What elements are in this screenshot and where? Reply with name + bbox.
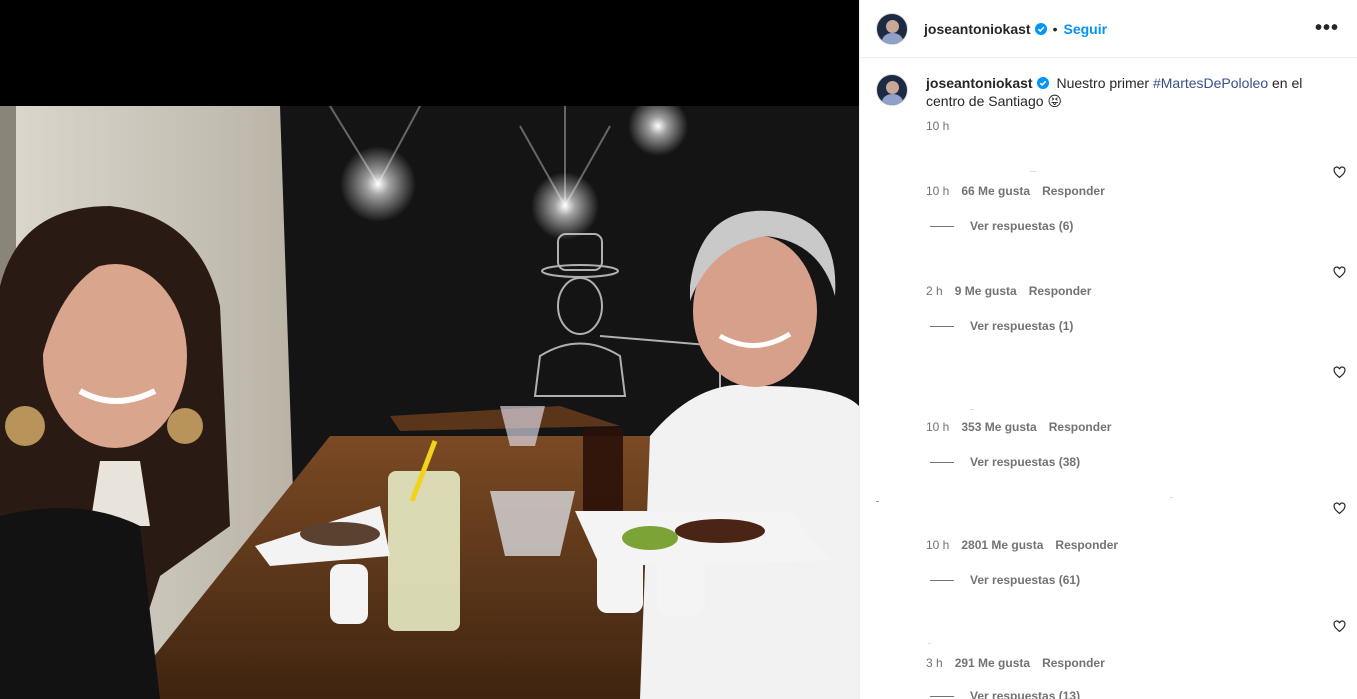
heart-outline-icon[interactable] <box>1333 620 1346 633</box>
obscured-comment-text <box>928 643 931 644</box>
more-options-icon[interactable]: ••• <box>1315 17 1339 40</box>
post-viewer: joseantoniokast • Seguir ••• joseantonio… <box>0 0 1357 699</box>
reply-button[interactable]: Responder <box>1029 284 1092 298</box>
view-replies-label: Ver respuestas (6) <box>970 219 1074 233</box>
separator-dot: • <box>1052 20 1058 37</box>
hashtag-link[interactable]: #MartesDePololeo <box>1153 75 1268 91</box>
view-replies-button[interactable]: Ver respuestas (1) <box>930 319 1073 333</box>
obscured-comment-text <box>1170 497 1173 498</box>
follow-button[interactable]: Seguir <box>1064 21 1108 37</box>
comment-likes[interactable]: 291 Me gusta <box>955 656 1030 670</box>
caption-body-start: Nuestro primer <box>1056 75 1153 91</box>
comment-meta: 10 h 66 Me gusta Responder <box>926 184 1346 198</box>
view-replies-button[interactable]: Ver respuestas (6) <box>930 219 1073 233</box>
obscured-comment-text <box>1030 171 1036 172</box>
comment-likes[interactable]: 9 Me gusta <box>955 284 1017 298</box>
verified-badge-icon <box>1034 22 1047 35</box>
view-replies-button[interactable]: Ver respuestas (38) <box>930 455 1080 469</box>
avatar[interactable] <box>876 12 908 45</box>
caption-text: joseantoniokast Nuestro primer #MartesDe… <box>926 74 1336 110</box>
comment-meta: 3 h 291 Me gusta Responder <box>926 656 1346 670</box>
view-replies-label: Ver respuestas (38) <box>970 455 1081 469</box>
heart-outline-icon[interactable] <box>1333 266 1346 279</box>
view-replies-button[interactable]: Ver respuestas (13) <box>930 689 1080 699</box>
side-panel: joseantoniokast • Seguir ••• joseantonio… <box>859 0 1357 699</box>
view-replies-label: Ver respuestas (13) <box>970 689 1081 699</box>
verified-badge-icon <box>1036 77 1049 89</box>
comment-meta: 2 h 9 Me gusta Responder <box>926 284 1346 298</box>
comment-time: 10 h <box>926 184 950 198</box>
view-replies-label: Ver respuestas (61) <box>970 573 1081 587</box>
media-panel <box>0 0 859 699</box>
post-caption: joseantoniokast Nuestro primer #MartesDe… <box>876 74 1336 110</box>
reply-button[interactable]: Responder <box>1042 656 1105 670</box>
comment-time: 3 h <box>926 656 943 670</box>
view-replies-label: Ver respuestas (1) <box>970 319 1074 333</box>
reply-button[interactable]: Responder <box>1042 184 1105 198</box>
comment-meta: 10 h 353 Me gusta Responder <box>926 420 1346 434</box>
comment-meta: 10 h 2801 Me gusta Responder <box>926 538 1346 552</box>
reply-button[interactable]: Responder <box>1049 420 1112 434</box>
obscured-comment-text <box>876 501 879 502</box>
caption-time: 10 h <box>926 119 950 133</box>
obscured-comment-text <box>970 409 974 410</box>
comment-time: 10 h <box>926 538 950 552</box>
comment-likes[interactable]: 353 Me gusta <box>961 420 1036 434</box>
comment-time: 10 h <box>926 420 950 434</box>
caption-avatar[interactable] <box>876 74 908 106</box>
reply-button[interactable]: Responder <box>1055 538 1118 552</box>
caption-username[interactable]: joseantoniokast <box>926 75 1033 91</box>
heart-outline-icon[interactable] <box>1333 366 1346 379</box>
heart-outline-icon[interactable] <box>1333 166 1346 179</box>
comment-time: 2 h <box>926 284 943 298</box>
heart-outline-icon[interactable] <box>1333 502 1346 515</box>
post-header: joseantoniokast • Seguir ••• <box>860 0 1357 58</box>
comment-likes[interactable]: 2801 Me gusta <box>961 538 1043 552</box>
post-photo[interactable] <box>0 106 859 699</box>
comment-likes[interactable]: 66 Me gusta <box>961 184 1030 198</box>
view-replies-button[interactable]: Ver respuestas (61) <box>930 573 1080 587</box>
emoji: 😝 <box>1047 93 1063 109</box>
header-username[interactable]: joseantoniokast <box>924 21 1031 37</box>
